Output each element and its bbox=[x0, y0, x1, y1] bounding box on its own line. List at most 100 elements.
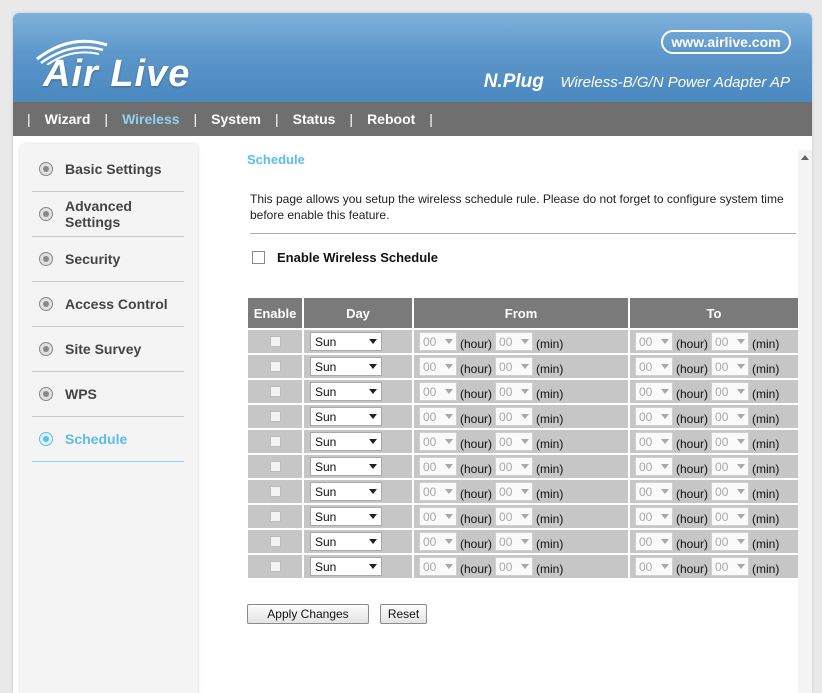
sidebar-item-label: Basic Settings bbox=[65, 161, 162, 177]
from-min-select[interactable]: 00 bbox=[495, 482, 534, 501]
day-select[interactable]: Sun bbox=[310, 457, 382, 476]
row-enable-checkbox[interactable] bbox=[269, 536, 281, 547]
to-hour-select[interactable]: 00 bbox=[635, 432, 673, 451]
hour-label: (hour) bbox=[676, 486, 709, 501]
row-enable-checkbox[interactable] bbox=[269, 561, 281, 572]
from-min-select[interactable]: 00 bbox=[495, 407, 534, 426]
header-day: Day bbox=[304, 298, 412, 328]
to-min-select[interactable]: 00 bbox=[711, 482, 750, 501]
from-min-select[interactable]: 00 bbox=[495, 532, 534, 551]
from-min-select[interactable]: 00 bbox=[495, 432, 534, 451]
to-hour-select[interactable]: 00 bbox=[635, 382, 673, 401]
row-enable-checkbox[interactable] bbox=[269, 411, 281, 422]
sidebar-item-advanced-settings[interactable]: Advanced Settings bbox=[32, 192, 184, 237]
day-select[interactable]: Sun bbox=[310, 382, 382, 401]
to-hour-select[interactable]: 00 bbox=[635, 407, 673, 426]
to-min-select[interactable]: 00 bbox=[711, 382, 750, 401]
from-min-select[interactable]: 00 bbox=[495, 357, 534, 376]
to-hour-select[interactable]: 00 bbox=[635, 557, 673, 576]
to-hour-select[interactable]: 00 bbox=[635, 532, 673, 551]
chevron-down-icon bbox=[445, 489, 453, 494]
day-select[interactable]: Sun bbox=[310, 432, 382, 451]
to-cell: 00 (hour) 00 (min) bbox=[630, 330, 798, 353]
sidebar-item-schedule[interactable]: Schedule bbox=[32, 417, 184, 462]
row-enable-checkbox[interactable] bbox=[269, 386, 281, 397]
hour-label: (hour) bbox=[460, 561, 493, 576]
from-hour-select[interactable]: 00 bbox=[419, 557, 457, 576]
nav-reboot[interactable]: Reboot bbox=[367, 111, 415, 127]
from-hour-select[interactable]: 00 bbox=[419, 482, 457, 501]
from-min-select[interactable]: 00 bbox=[495, 507, 534, 526]
sidebar-item-security[interactable]: Security bbox=[32, 237, 184, 282]
from-min-select[interactable]: 00 bbox=[495, 332, 534, 351]
enable-cell bbox=[248, 430, 302, 453]
sidebar-item-access-control[interactable]: Access Control bbox=[32, 282, 184, 327]
sidebar-item-basic-settings[interactable]: Basic Settings bbox=[32, 147, 184, 192]
to-min-value: 00 bbox=[715, 334, 729, 349]
to-hour-select[interactable]: 00 bbox=[635, 507, 673, 526]
to-min-select[interactable]: 00 bbox=[711, 332, 750, 351]
from-hour-select[interactable]: 00 bbox=[419, 507, 457, 526]
row-enable-checkbox[interactable] bbox=[269, 461, 281, 472]
to-hour-select[interactable]: 00 bbox=[635, 482, 673, 501]
to-min-select[interactable]: 00 bbox=[711, 507, 750, 526]
chevron-down-icon bbox=[521, 464, 530, 469]
from-cell: 00 (hour) 00 (min) bbox=[414, 480, 628, 503]
nav-wizard[interactable]: Wizard bbox=[45, 111, 91, 127]
from-hour-select[interactable]: 00 bbox=[419, 332, 457, 351]
day-select[interactable]: Sun bbox=[310, 407, 382, 426]
day-select[interactable]: Sun bbox=[310, 357, 382, 376]
vertical-scrollbar[interactable] bbox=[798, 150, 812, 693]
enable-schedule-checkbox[interactable] bbox=[252, 251, 265, 264]
enable-cell bbox=[248, 455, 302, 478]
hour-label: (hour) bbox=[460, 511, 493, 526]
day-select[interactable]: Sun bbox=[310, 557, 382, 576]
to-min-select[interactable]: 00 bbox=[711, 357, 750, 376]
from-hour-select[interactable]: 00 bbox=[419, 432, 457, 451]
reset-button[interactable]: Reset bbox=[380, 604, 427, 624]
from-hour-select[interactable]: 00 bbox=[419, 382, 457, 401]
to-cell: 00 (hour) 00 (min) bbox=[630, 555, 798, 578]
to-hour-select[interactable]: 00 bbox=[635, 457, 673, 476]
nav-wireless[interactable]: Wireless bbox=[122, 111, 179, 127]
to-min-value: 00 bbox=[715, 484, 729, 499]
to-hour-value: 00 bbox=[639, 534, 653, 549]
day-select[interactable]: Sun bbox=[310, 482, 382, 501]
row-enable-checkbox[interactable] bbox=[269, 486, 281, 497]
from-hour-select[interactable]: 00 bbox=[419, 407, 457, 426]
to-hour-value: 00 bbox=[639, 384, 653, 399]
day-select[interactable]: Sun bbox=[310, 507, 382, 526]
min-label: (min) bbox=[752, 386, 780, 401]
row-enable-checkbox[interactable] bbox=[269, 436, 281, 447]
from-min-select[interactable]: 00 bbox=[495, 557, 534, 576]
to-min-select[interactable]: 00 bbox=[711, 432, 750, 451]
chevron-down-icon bbox=[445, 514, 453, 519]
from-min-select[interactable]: 00 bbox=[495, 382, 534, 401]
from-min-select[interactable]: 00 bbox=[495, 457, 534, 476]
to-hour-value: 00 bbox=[639, 359, 653, 374]
to-hour-select[interactable]: 00 bbox=[635, 332, 673, 351]
to-hour-select[interactable]: 00 bbox=[635, 357, 673, 376]
hour-label: (hour) bbox=[676, 536, 709, 551]
to-min-select[interactable]: 00 bbox=[711, 532, 750, 551]
day-select[interactable]: Sun bbox=[310, 532, 382, 551]
from-hour-select[interactable]: 00 bbox=[419, 357, 457, 376]
sidebar-item-wps[interactable]: WPS bbox=[32, 372, 184, 417]
nav-system[interactable]: System bbox=[211, 111, 261, 127]
row-enable-checkbox[interactable] bbox=[269, 336, 281, 347]
scroll-up-arrow-icon[interactable] bbox=[801, 155, 809, 160]
row-enable-checkbox[interactable] bbox=[269, 511, 281, 522]
to-cell: 00 (hour) 00 (min) bbox=[630, 430, 798, 453]
to-min-select[interactable]: 00 bbox=[711, 407, 750, 426]
to-min-select[interactable]: 00 bbox=[711, 457, 750, 476]
day-select[interactable]: Sun bbox=[310, 332, 382, 351]
day-cell: Sun bbox=[304, 480, 412, 503]
from-hour-select[interactable]: 00 bbox=[419, 457, 457, 476]
row-enable-checkbox[interactable] bbox=[269, 361, 281, 372]
from-hour-select[interactable]: 00 bbox=[419, 532, 457, 551]
apply-changes-button[interactable]: Apply Changes bbox=[247, 604, 369, 624]
sidebar-item-site-survey[interactable]: Site Survey bbox=[32, 327, 184, 372]
nav-status[interactable]: Status bbox=[293, 111, 336, 127]
to-min-select[interactable]: 00 bbox=[711, 557, 750, 576]
website-badge[interactable]: www.airlive.com bbox=[661, 30, 791, 54]
